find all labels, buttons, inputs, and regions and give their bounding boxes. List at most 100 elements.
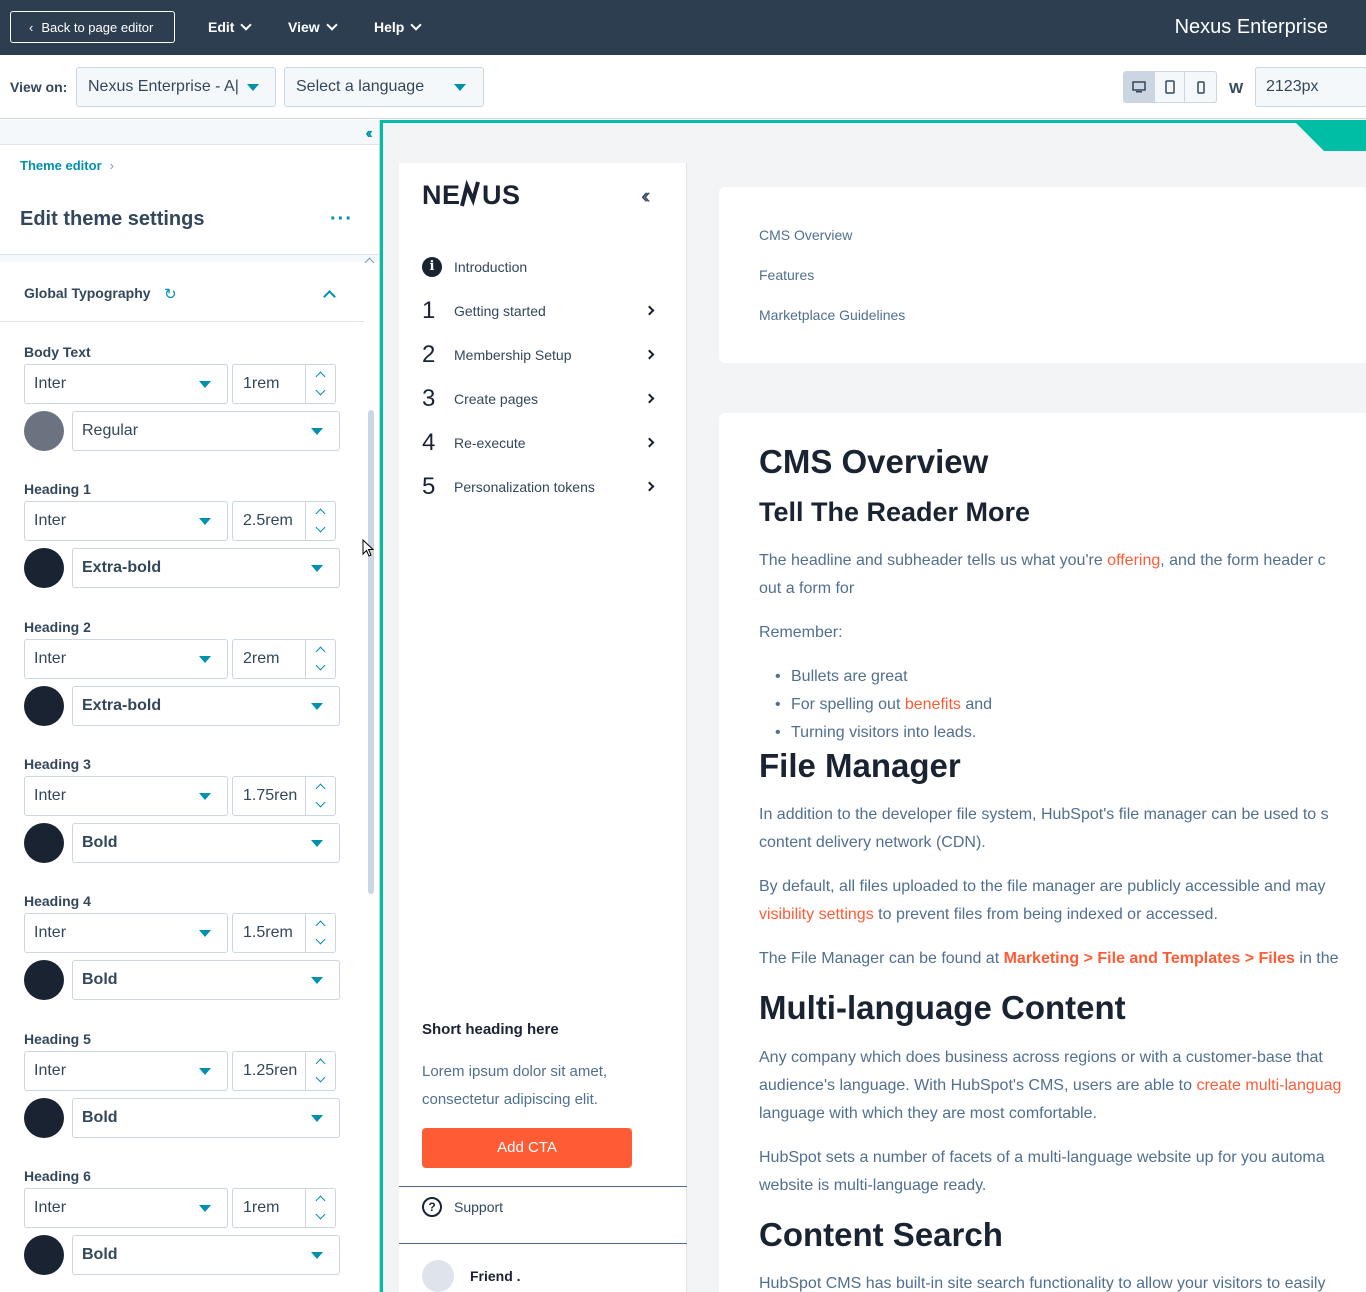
chevron-down-icon[interactable] — [315, 522, 326, 533]
font-family-select[interactable]: Inter — [24, 639, 228, 679]
breadcrumb-theme-editor[interactable]: Theme editor — [20, 158, 102, 173]
font-size-stepper[interactable]: 1rem — [232, 1188, 336, 1228]
font-family-select[interactable]: Inter — [24, 1051, 228, 1091]
menu-edit[interactable]: Edit — [208, 18, 253, 35]
nav-item-introduction[interactable]: i Introduction — [422, 252, 667, 282]
color-swatch[interactable] — [24, 548, 64, 588]
font-size-input[interactable]: 2rem — [243, 640, 305, 678]
font-size-stepper[interactable]: 1.25ren — [232, 1051, 336, 1091]
nav-item-getting-started[interactable]: 1 Getting started — [422, 296, 667, 326]
link-benefits[interactable]: benefits — [905, 696, 961, 713]
desktop-view-button[interactable] — [1124, 72, 1155, 102]
font-weight-select[interactable]: Extra-bold — [72, 686, 340, 726]
font-family-value: Inter — [34, 1199, 67, 1216]
nav-item-create-pages[interactable]: 3 Create pages — [422, 384, 667, 414]
color-swatch[interactable] — [24, 686, 64, 726]
font-size-input[interactable]: 1rem — [243, 1189, 305, 1227]
double-chevron-left-icon[interactable]: ‹‹ — [641, 183, 650, 209]
stepper-controls — [305, 365, 335, 403]
font-family-value: Inter — [34, 375, 67, 392]
font-weight-select[interactable]: Bold — [72, 1098, 340, 1138]
add-cta-button[interactable]: Add CTA — [422, 1128, 632, 1168]
nav-item-membership-setup[interactable]: 2 Membership Setup — [422, 340, 667, 370]
font-weight-select[interactable]: Bold — [72, 960, 340, 1000]
toc-link-marketplace-guidelines[interactable]: Marketplace Guidelines — [759, 307, 905, 323]
font-size-stepper[interactable]: 1.5rem — [232, 913, 336, 953]
font-size-input[interactable]: 1rem — [243, 365, 305, 403]
group-label: Heading 6 — [24, 1168, 91, 1184]
link-offering[interactable]: offering — [1107, 552, 1160, 569]
list-item: Turning visitors into leads. — [775, 719, 976, 747]
chevron-down-icon[interactable] — [315, 1209, 326, 1220]
font-size-input[interactable]: 1.5rem — [243, 914, 305, 952]
support-label: Support — [454, 1199, 504, 1215]
menu-view[interactable]: View — [288, 18, 338, 35]
font-family-select[interactable]: Inter — [24, 501, 228, 541]
font-size-stepper[interactable]: 1.75ren — [232, 776, 336, 816]
double-chevron-left-icon[interactable]: ‹‹ — [365, 125, 372, 143]
language-select[interactable]: Select a language — [284, 67, 484, 107]
page-select[interactable]: Nexus Enterprise - A| — [76, 67, 276, 107]
link-file-path[interactable]: Marketing > File and Templates > Files — [1004, 950, 1295, 967]
color-swatch[interactable] — [24, 1235, 64, 1275]
breadcrumb: Theme editor › — [20, 158, 114, 173]
chevron-down-icon[interactable] — [315, 797, 326, 808]
chevron-down-icon[interactable] — [315, 660, 326, 671]
tablet-view-button[interactable] — [1155, 72, 1186, 102]
nav-item-re-execute[interactable]: 4 Re-execute — [422, 428, 667, 458]
chevron-up-icon[interactable] — [315, 508, 326, 519]
global-typography-section-header[interactable]: Global Typography ↻ — [0, 262, 364, 322]
chevron-up-icon[interactable] — [315, 646, 326, 657]
chevron-up-icon[interactable] — [315, 371, 326, 382]
font-family-select[interactable]: Inter — [24, 776, 228, 816]
paragraph-file-manager-2-line2: visibility settings to prevent files fro… — [759, 901, 1218, 929]
chevron-down-icon[interactable] — [315, 1072, 326, 1083]
more-options-icon[interactable]: ··· — [330, 208, 353, 231]
font-size-input[interactable]: 1.25ren — [243, 1052, 305, 1090]
nav-label: Create pages — [454, 391, 539, 407]
font-weight-value: Bold — [82, 1246, 118, 1263]
color-swatch[interactable] — [24, 960, 64, 1000]
font-weight-select[interactable]: Extra-bold — [72, 548, 340, 588]
color-swatch[interactable] — [24, 411, 64, 451]
font-size-input[interactable]: 2.5rem — [243, 502, 305, 540]
paragraph-intro: The headline and subheader tells us what… — [759, 547, 1326, 575]
font-size-stepper[interactable]: 2rem — [232, 639, 336, 679]
font-family-select[interactable]: Inter — [24, 1188, 228, 1228]
chevron-up-icon[interactable] — [315, 783, 326, 794]
caret-down-icon — [311, 1252, 323, 1259]
font-weight-select[interactable]: Bold — [72, 823, 340, 863]
color-swatch[interactable] — [24, 1098, 64, 1138]
toc-link-cms-overview[interactable]: CMS Overview — [759, 227, 852, 243]
page-select-value: Nexus Enterprise - A| — [88, 78, 239, 95]
font-family-value: Inter — [34, 924, 67, 941]
font-weight-select[interactable]: Bold — [72, 1235, 340, 1275]
back-to-page-editor-button[interactable]: ‹ Back to page editor — [10, 11, 175, 43]
font-size-input[interactable]: 1.75ren — [243, 777, 305, 815]
chevron-up-icon[interactable] — [315, 920, 326, 931]
font-family-select[interactable]: Inter — [24, 364, 228, 404]
font-weight-select[interactable]: Regular — [72, 411, 340, 451]
paragraph-multi-language-2: HubSpot sets a number of facets of a mul… — [759, 1149, 1325, 1166]
link-create-multi-language[interactable]: create multi-languag — [1196, 1077, 1341, 1094]
font-size-stepper[interactable]: 1rem — [232, 364, 336, 404]
nav-item-personalization-tokens[interactable]: 5 Personalization tokens — [422, 472, 667, 502]
menu-help[interactable]: Help — [374, 18, 423, 35]
chevron-up-icon[interactable] — [315, 1195, 326, 1206]
chevron-right-icon — [644, 349, 655, 360]
support-link[interactable]: ? Support — [422, 1197, 503, 1217]
color-swatch[interactable] — [24, 823, 64, 863]
chevron-up-icon[interactable] — [315, 1058, 326, 1069]
toc-link-features[interactable]: Features — [759, 267, 814, 283]
panel-scrollbar[interactable] — [368, 410, 374, 894]
nav-label: Introduction — [454, 259, 528, 275]
chevron-down-icon[interactable] — [315, 934, 326, 945]
user-profile[interactable]: Friend . — [422, 1260, 521, 1292]
font-size-stepper[interactable]: 2.5rem — [232, 501, 336, 541]
width-input[interactable]: 2123px — [1255, 67, 1366, 107]
mobile-view-button[interactable] — [1185, 72, 1216, 102]
font-family-select[interactable]: Inter — [24, 913, 228, 953]
paragraph-multi-language-1: Any company which does business across r… — [759, 1049, 1323, 1066]
chevron-down-icon[interactable] — [315, 385, 326, 396]
link-visibility-settings[interactable]: visibility settings — [759, 906, 874, 923]
